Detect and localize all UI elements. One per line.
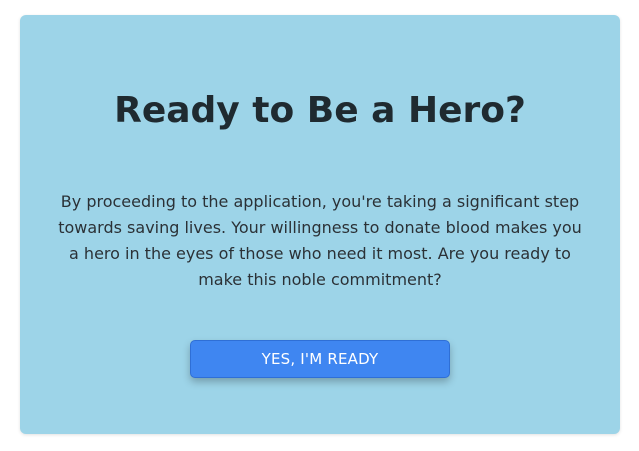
page-title: Ready to Be a Hero?: [114, 90, 526, 131]
description-text: By proceeding to the application, you're…: [58, 192, 582, 289]
hero-confirmation-card: Ready to Be a Hero? By proceeding to the…: [20, 15, 620, 434]
yes-im-ready-button[interactable]: YES, I'M READY: [190, 340, 450, 378]
